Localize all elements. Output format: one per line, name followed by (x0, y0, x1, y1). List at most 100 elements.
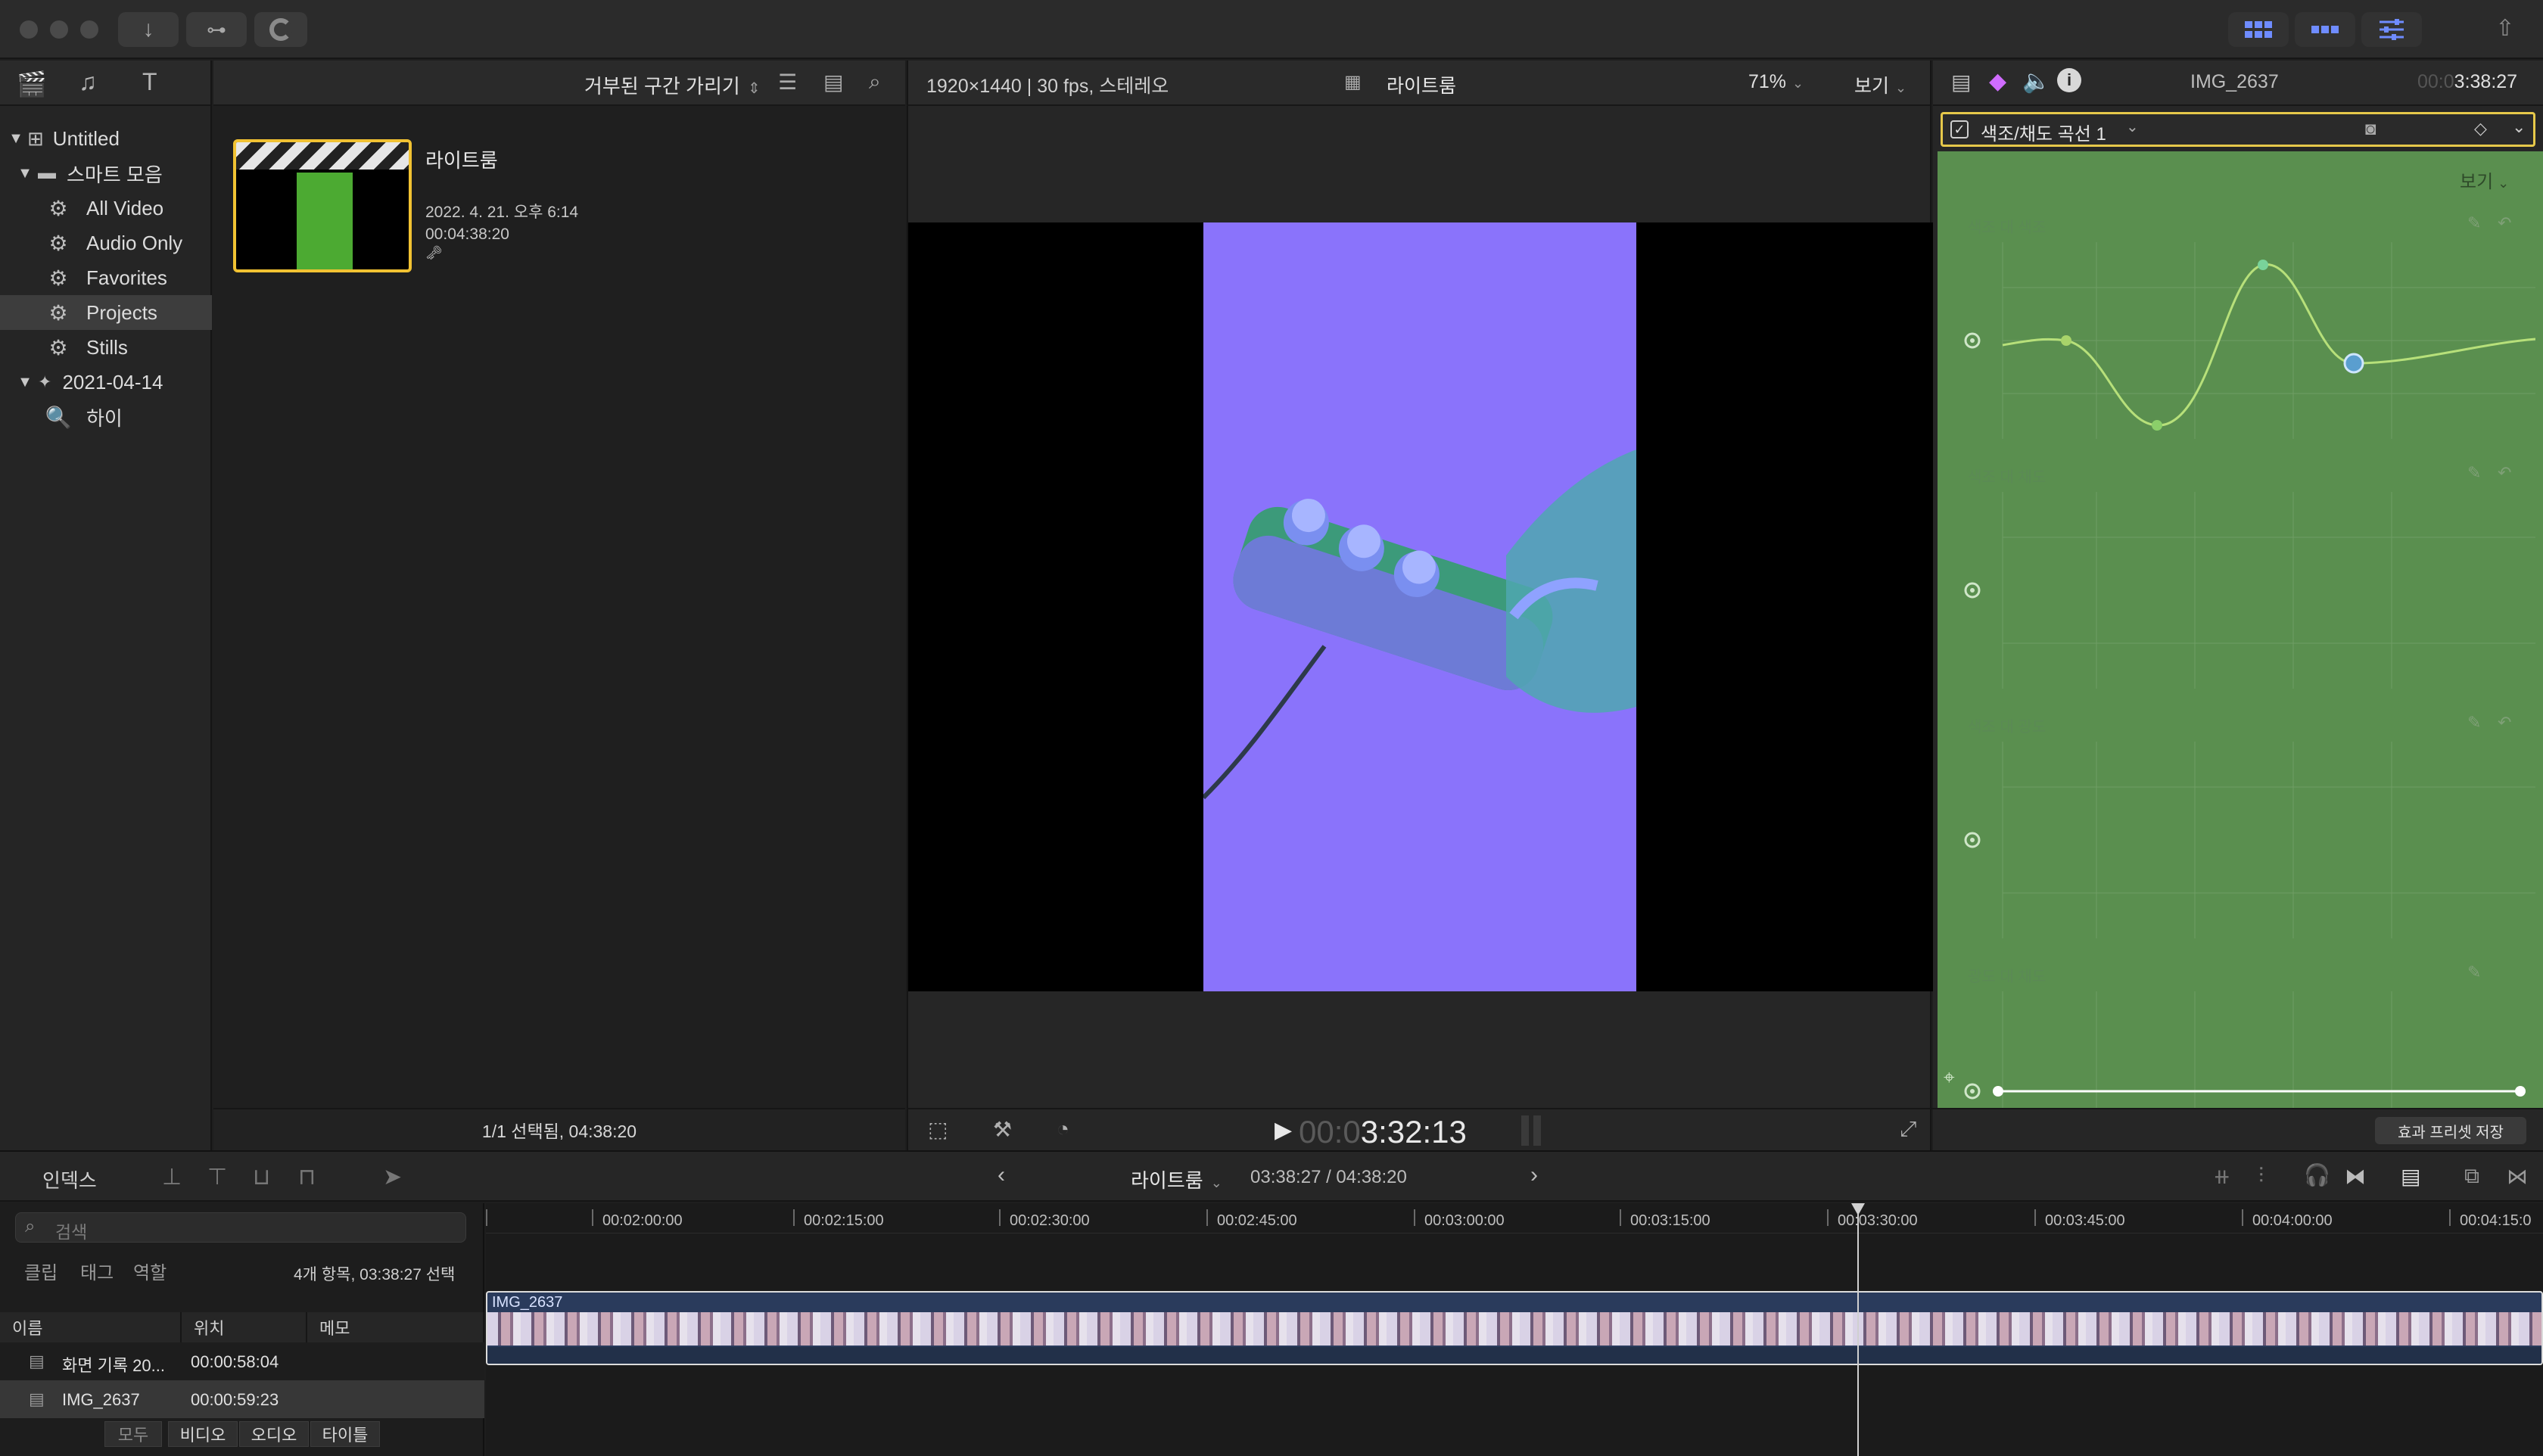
keyword-item[interactable]: 🔍 하이 (0, 400, 212, 434)
fullscreen-icon[interactable]: ⤢ (1900, 1117, 1916, 1142)
eyedropper-icon[interactable]: ✎ (2467, 213, 2481, 233)
import-button[interactable]: ↓ (118, 12, 179, 47)
photos-audio-icon[interactable]: ♫ (79, 68, 97, 96)
effect-header[interactable]: ✓ 색조/채도 곡선 1 ⌄ ◙ ◇ ⌄ (1941, 112, 2535, 147)
project-menu[interactable]: 라이트룸 ⌄ (1131, 1165, 1222, 1193)
eyedropper-icon[interactable]: ✎ (2467, 713, 2481, 733)
crosshair-icon[interactable]: ⌖ (1944, 1066, 1955, 1090)
overwrite-clip-icon[interactable]: ⊓ (298, 1164, 316, 1190)
select-tool-icon[interactable]: ➤ (383, 1164, 402, 1190)
effect-enable-checkbox[interactable]: ✓ (1950, 120, 1969, 138)
play-button[interactable]: ▶ (1275, 1117, 1292, 1143)
table-row[interactable]: ▤ 화면 기록 20... 00:00:58:04 (0, 1342, 484, 1380)
search-icon[interactable]: ⌕ (869, 70, 881, 95)
curve-hue-vs-hue[interactable] (1960, 242, 2535, 439)
audio-skimming-icon[interactable]: ⫶ (2258, 1164, 2264, 1189)
library-root[interactable]: ▼ ⊞ Untitled (0, 121, 212, 156)
disclosure-open-icon[interactable]: ▼ (6, 130, 26, 148)
column-header-name[interactable]: 이름 (0, 1312, 182, 1342)
view-menu[interactable]: 보기 ⌄ (1854, 71, 1906, 98)
event-item[interactable]: ▼ ✦ 2021-04-14 (0, 365, 212, 400)
filter-all-button[interactable]: 모두 (104, 1421, 162, 1447)
ruler-tick (1827, 1209, 1829, 1226)
sidebar-item-projects[interactable]: ⚙ Projects (0, 295, 212, 330)
timeline-index-button[interactable]: 인덱스 (42, 1165, 97, 1193)
column-header-notes[interactable]: 메모 (307, 1312, 484, 1342)
luma-sat-baseline[interactable] (1960, 1081, 2535, 1103)
speedometer-icon[interactable]: ◔ (1057, 1117, 1069, 1141)
sidebar-item-audio-only[interactable]: ⚙ Audio Only (0, 226, 212, 260)
filter-titles-button[interactable]: 타이틀 (310, 1421, 380, 1447)
reset-icon[interactable]: ↶ (2498, 713, 2511, 733)
filter-video-button[interactable]: 비디오 (168, 1421, 238, 1447)
smart-collection-folder[interactable]: ▼ ▬ 스마트 모음 (0, 156, 212, 191)
timeline-clip[interactable]: IMG_2637 (486, 1291, 2543, 1365)
save-effects-preset-button[interactable]: 효과 프리셋 저장 (2375, 1117, 2526, 1144)
mask-icon[interactable]: ◙ (2365, 119, 2376, 140)
playhead[interactable] (1857, 1203, 1859, 1456)
minimize-window-button[interactable] (50, 20, 68, 39)
column-header-position[interactable]: 위치 (182, 1312, 307, 1342)
show-timeline-button[interactable] (2295, 12, 2355, 47)
zoom-window-button[interactable] (80, 20, 98, 39)
chevron-down-icon[interactable]: ⌄ (2512, 117, 2526, 137)
clip-appearance-icon[interactable]: ▤ (2401, 1164, 2420, 1189)
color-inspector-icon[interactable]: ◆ (1989, 68, 2006, 95)
background-tasks-button[interactable] (254, 12, 307, 47)
keywords-button[interactable]: ⊶ (186, 12, 247, 47)
tab-roles[interactable]: 역할 (133, 1258, 167, 1284)
skimming-icon[interactable]: ⧺ (2213, 1164, 2230, 1189)
share-button[interactable]: ⇧ (2490, 15, 2520, 45)
chevron-down-icon[interactable]: ⌄ (2126, 117, 2139, 136)
zoom-popup[interactable]: 71% ⌄ (1748, 71, 1804, 93)
tab-tags[interactable]: 태그 (80, 1258, 114, 1284)
effects-browser-icon[interactable]: ⧉ (2464, 1164, 2479, 1189)
transitions-browser-icon[interactable]: ⋈ (2507, 1164, 2528, 1189)
show-inspector-button[interactable] (2361, 12, 2422, 47)
eyedropper-icon[interactable]: ✎ (2467, 963, 2481, 982)
show-browser-button[interactable] (2228, 12, 2289, 47)
curves-view-menu[interactable]: 보기 ⌄ (2460, 166, 2509, 193)
reset-icon[interactable]: ↶ (2498, 213, 2511, 233)
filter-popup[interactable]: 거부된 구간 가리기 ⇕ (584, 71, 761, 99)
timecode-display[interactable]: 00:03:32:13 (1299, 1114, 1467, 1150)
keyframe-icon[interactable]: ◇ (2474, 119, 2487, 138)
titles-generators-icon[interactable]: T (142, 68, 157, 96)
clip-thumbnail[interactable] (233, 139, 412, 272)
reset-icon[interactable]: ↶ (2498, 463, 2511, 483)
clapper-icon[interactable]: 🎬 (17, 70, 47, 98)
curve-hue-vs-sat[interactable] (1960, 492, 2535, 689)
snapping-icon[interactable]: ⧓ (2345, 1164, 2366, 1189)
speaker-icon[interactable]: 🔈 (2022, 68, 2050, 95)
filmstrip-icon[interactable]: ▤ (823, 70, 843, 95)
close-window-button[interactable] (20, 20, 38, 39)
video-inspector-icon[interactable]: ▤ (1951, 70, 1971, 95)
table-row[interactable]: ▤ IMG_2637 00:00:59:23 (0, 1380, 484, 1418)
sidebar-item-all-video[interactable]: ⚙ All Video (0, 191, 212, 226)
clip-appearance-icon[interactable]: ☰ (778, 70, 797, 95)
index-search-field[interactable]: ⌕ 검색 (15, 1212, 466, 1243)
ruler-tick (2242, 1209, 2243, 1226)
append-clip-icon[interactable]: ⊔ (253, 1164, 270, 1190)
eyedropper-icon[interactable]: ✎ (2467, 463, 2481, 483)
curve-hue-vs-luma[interactable] (1960, 742, 2535, 938)
timeline-ruler[interactable]: 00:02:00:00 00:02:15:00 00:02:30:00 00:0… (486, 1203, 2543, 1234)
next-arrow-icon[interactable]: › (1530, 1162, 1538, 1188)
magic-wand-icon[interactable]: ⚒ (993, 1117, 1012, 1142)
sidebar-item-favorites[interactable]: ⚙ Favorites (0, 260, 212, 295)
previous-arrow-icon[interactable]: ‹ (998, 1162, 1005, 1188)
effect-name[interactable]: 색조/채도 곡선 1 (1981, 119, 2106, 145)
info-icon[interactable]: i (2057, 68, 2081, 92)
disclosure-open-icon[interactable]: ▼ (15, 165, 35, 182)
filter-audio-button[interactable]: 오디오 (239, 1421, 309, 1447)
timeline-area[interactable]: 00:02:00:00 00:02:15:00 00:02:30:00 00:0… (486, 1203, 2543, 1456)
insert-clip-icon[interactable]: ⊤ (207, 1164, 227, 1190)
headphones-icon[interactable]: 🎧 (2304, 1162, 2330, 1187)
connect-clip-icon[interactable]: ⊥ (162, 1164, 182, 1190)
tab-clips[interactable]: 클립 (24, 1258, 58, 1284)
video-canvas[interactable] (908, 222, 1933, 991)
column-label: 위치 (194, 1319, 225, 1338)
transform-icon[interactable]: ⬚ (928, 1117, 948, 1142)
sidebar-item-stills[interactable]: ⚙ Stills (0, 330, 212, 365)
disclosure-open-icon[interactable]: ▼ (15, 374, 35, 391)
